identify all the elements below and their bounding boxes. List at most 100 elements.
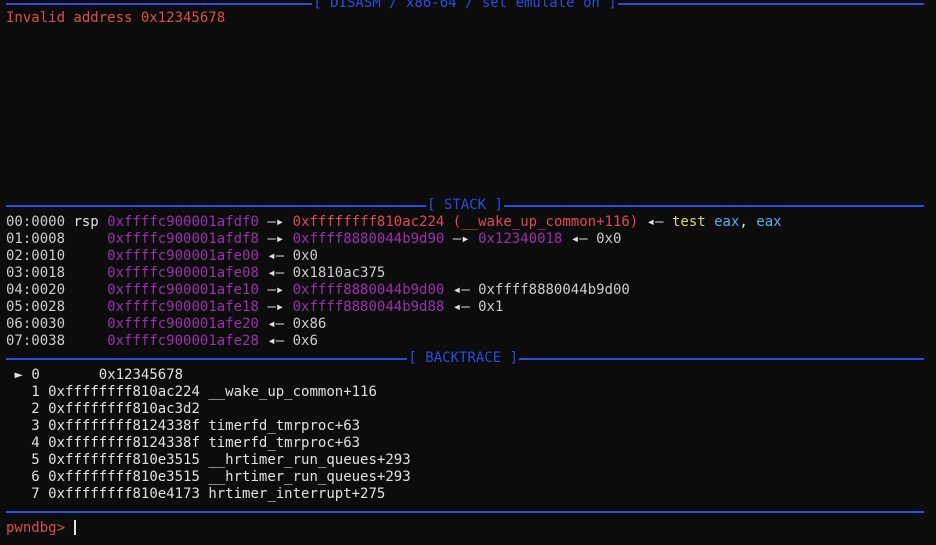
stack-value: 0xffffffff810ac224 — [292, 214, 445, 230]
frame-symbol: hrtimer_interrupt+275 — [208, 486, 386, 502]
backtrace-frame[interactable]: 7 0xffffffff810e4173 hrtimer_interrupt+2… — [6, 486, 385, 503]
stack-row[interactable]: 02:0010 0xffffc900001afe00 ◂— 0x0 — [6, 248, 318, 265]
stack-index: 00:0000 — [6, 214, 66, 230]
stack-index: 05:0028 — [6, 299, 66, 315]
backtrace-header: [ BACKTRACE ] — [0, 350, 924, 367]
frame-address: 0xffffffff8124338f — [48, 435, 200, 451]
stack-addr: 0xffffc900001afe08 — [107, 265, 259, 281]
frame-address: 0x12345678 — [98, 367, 184, 383]
instr-operand: eax — [756, 214, 782, 230]
frame-symbol: timerfd_tmrproc+63 — [208, 418, 361, 434]
frame-number: 4 — [31, 435, 40, 451]
command-prompt[interactable]: pwndbg> — [6, 520, 77, 537]
frame-symbol: __wake_up_common+116 — [208, 384, 377, 400]
stack-addr: 0xffffc900001afdf8 — [107, 231, 259, 247]
stack-row[interactable]: 07:0038 0xffffc900001afe28 ◂— 0x6 — [6, 333, 318, 350]
arrow-icon: ◂— — [267, 265, 285, 281]
stack-value: 0x1 — [478, 299, 504, 315]
arrow-icon: —▸ — [267, 299, 285, 315]
stack-value: 0x1810ac375 — [292, 265, 386, 281]
backtrace-frame-current[interactable]: ► 0 0x12345678 — [6, 367, 183, 384]
backtrace-header-label: [ BACKTRACE ] — [408, 350, 518, 366]
stack-row[interactable]: 03:0018 0xffffc900001afe08 ◂— 0x1810ac37… — [6, 265, 385, 282]
backtrace-frame[interactable]: 4 0xffffffff8124338f timerfd_tmrproc+63 — [6, 435, 360, 452]
stack-value: 0xffff8880044b9d88 — [292, 299, 445, 315]
arrow-icon: —▸ — [267, 231, 285, 247]
frame-address: 0xffffffff810e4173 — [48, 486, 200, 502]
stack-index: 04:0020 — [6, 282, 66, 298]
stack-value: 0xffff8880044b9d00 — [478, 282, 630, 298]
frame-address: 0xffffffff8124338f — [48, 418, 200, 434]
arrow-icon: —▸ — [267, 282, 285, 298]
arrow-icon: ◂— — [267, 248, 285, 264]
backtrace-frame[interactable]: 5 0xffffffff810e3515 __hrtimer_run_queue… — [6, 452, 411, 469]
stack-value: 0xffff8880044b9d00 — [292, 282, 445, 298]
stack-header-rule-left — [6, 204, 427, 207]
frame-symbol: __hrtimer_run_queues+293 — [208, 452, 411, 468]
frame-address: 0xffffffff810ac224 — [48, 384, 200, 400]
stack-row[interactable]: 05:0028 0xffffc900001afe18 —▸ 0xffff8880… — [6, 299, 503, 316]
stack-row[interactable]: 00:0000 rsp 0xffffc900001afdf0 —▸ 0xffff… — [6, 214, 782, 231]
stack-row[interactable]: 01:0008 0xffffc900001afdf8 —▸ 0xffff8880… — [6, 231, 621, 248]
backtrace-header-rule-right — [519, 357, 924, 360]
arrow-icon: ◂— — [452, 282, 470, 298]
frame-address: 0xffffffff810e3515 — [48, 469, 200, 485]
frame-number: 1 — [31, 384, 40, 400]
disasm-error-message: Invalid address 0x12345678 — [6, 10, 226, 26]
stack-header-label: [ STACK ] — [427, 197, 503, 213]
stack-index: 01:0008 — [6, 231, 66, 247]
frame-number: 0 — [31, 367, 40, 383]
stack-index: 07:0038 — [6, 333, 66, 349]
stack-row[interactable]: 06:0030 0xffffc900001afe20 ◂— 0x86 — [6, 316, 326, 333]
bottom-separator — [6, 511, 924, 513]
stack-index: 02:0010 — [6, 248, 66, 264]
stack-value: 0x12340018 — [478, 231, 563, 247]
frame-symbol: __hrtimer_run_queues+293 — [208, 469, 411, 485]
backtrace-frame[interactable]: 1 0xffffffff810ac224 __wake_up_common+11… — [6, 384, 377, 401]
arrow-icon: ◂— — [267, 333, 285, 349]
stack-reg: rsp — [73, 214, 99, 230]
arrow-icon: —▸ — [267, 214, 285, 230]
stack-symbol: (__wake_up_common+116) — [452, 214, 639, 230]
backtrace-header-rule-left — [6, 357, 408, 360]
stack-index: 06:0030 — [6, 316, 66, 332]
frame-number: 7 — [31, 486, 40, 502]
arrow-icon: ◂— — [570, 231, 588, 247]
stack-header: [ STACK ] — [0, 197, 925, 214]
stack-index: 03:0018 — [6, 265, 66, 281]
frame-number: 6 — [31, 469, 40, 485]
instr-separator: , — [739, 214, 748, 230]
stack-header-rule-right — [503, 204, 925, 207]
instr-opcode: test — [671, 214, 706, 230]
frame-address: 0xffffffff810e3515 — [48, 452, 200, 468]
stack-addr: 0xffffc900001afe10 — [107, 282, 259, 298]
stack-row[interactable]: 04:0020 0xffffc900001afe10 —▸ 0xffff8880… — [6, 282, 630, 299]
frame-symbol: timerfd_tmrproc+63 — [208, 435, 361, 451]
disasm-header-rule-right — [617, 2, 924, 5]
instr-operand: eax — [714, 214, 740, 230]
stack-addr: 0xffffc900001afdf0 — [107, 214, 259, 230]
disasm-header-label: [ DISASM / x86-64 / set emulate on ] — [313, 0, 617, 11]
backtrace-frame[interactable]: 3 0xffffffff8124338f timerfd_tmrproc+63 — [6, 418, 360, 435]
disasm-header-rule-left — [6, 2, 313, 5]
arrow-icon: ◂— — [267, 316, 285, 332]
stack-value: 0x0 — [596, 231, 622, 247]
frame-number: 2 — [31, 401, 40, 417]
stack-addr: 0xffffc900001afe20 — [107, 316, 259, 332]
stack-addr: 0xffffc900001afe00 — [107, 248, 259, 264]
backtrace-frame[interactable]: 2 0xffffffff810ac3d2 — [6, 401, 200, 418]
frame-number: 3 — [31, 418, 40, 434]
backtrace-frame[interactable]: 6 0xffffffff810e3515 __hrtimer_run_queue… — [6, 469, 411, 486]
frame-address: 0xffffffff810ac3d2 — [48, 401, 200, 417]
stack-value: 0x86 — [292, 316, 327, 332]
stack-value: 0x0 — [292, 248, 318, 264]
arrow-icon: ◂— — [452, 299, 470, 315]
stack-addr: 0xffffc900001afe18 — [107, 299, 259, 315]
arrow-icon: —▸ — [452, 231, 470, 247]
stack-value: 0xffff8880044b9d90 — [292, 231, 445, 247]
stack-addr: 0xffffc900001afe28 — [107, 333, 259, 349]
arrow-icon: ◂— — [646, 214, 664, 230]
prompt-label: pwndbg> — [6, 520, 66, 536]
current-frame-marker-icon: ► — [14, 367, 23, 383]
cursor-icon — [74, 520, 77, 535]
